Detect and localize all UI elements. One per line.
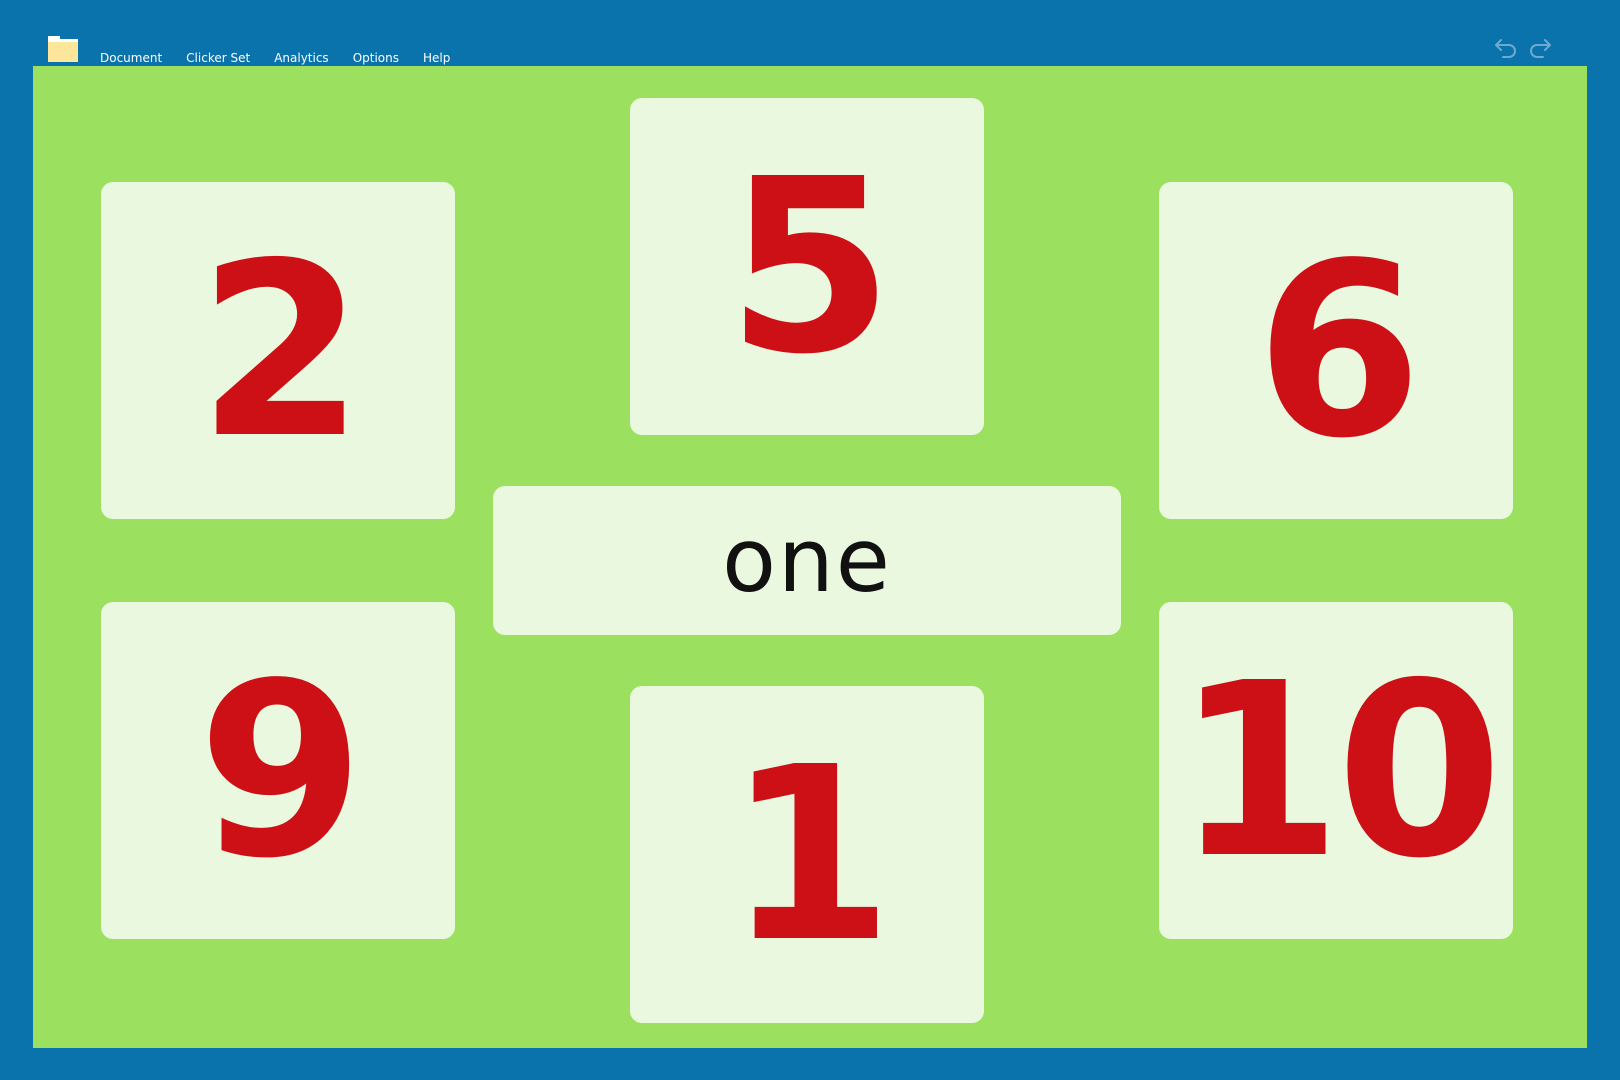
number-label: 1 — [726, 714, 894, 995]
number-label: 6 — [1255, 210, 1423, 491]
number-label: 2 — [197, 210, 365, 491]
folder-icon[interactable] — [48, 36, 78, 62]
menu-options[interactable]: Options — [353, 49, 399, 67]
menu-bar: Document Clicker Set Analytics Options H… — [100, 49, 474, 67]
undo-icon[interactable] — [1493, 36, 1519, 58]
number-label: 9 — [197, 630, 365, 911]
menu-help[interactable]: Help — [423, 49, 450, 67]
menu-analytics[interactable]: Analytics — [274, 49, 329, 67]
number-card-bottom-center[interactable]: 1 — [630, 686, 984, 1023]
menu-document[interactable]: Document — [100, 49, 162, 67]
number-card-bottom-right[interactable]: 10 — [1159, 602, 1513, 939]
activity-canvas: 2 5 6 one 9 1 10 — [33, 66, 1587, 1048]
number-label: 10 — [1175, 630, 1503, 911]
redo-icon[interactable] — [1527, 36, 1553, 58]
number-card-top-left[interactable]: 2 — [101, 182, 455, 519]
menu-clicker-set[interactable]: Clicker Set — [186, 49, 250, 67]
number-label: 5 — [726, 126, 894, 407]
word-prompt-card: one — [493, 486, 1121, 635]
number-card-top-center[interactable]: 5 — [630, 98, 984, 435]
number-card-top-right[interactable]: 6 — [1159, 182, 1513, 519]
number-card-bottom-left[interactable]: 9 — [101, 602, 455, 939]
word-prompt-text: one — [722, 508, 892, 612]
